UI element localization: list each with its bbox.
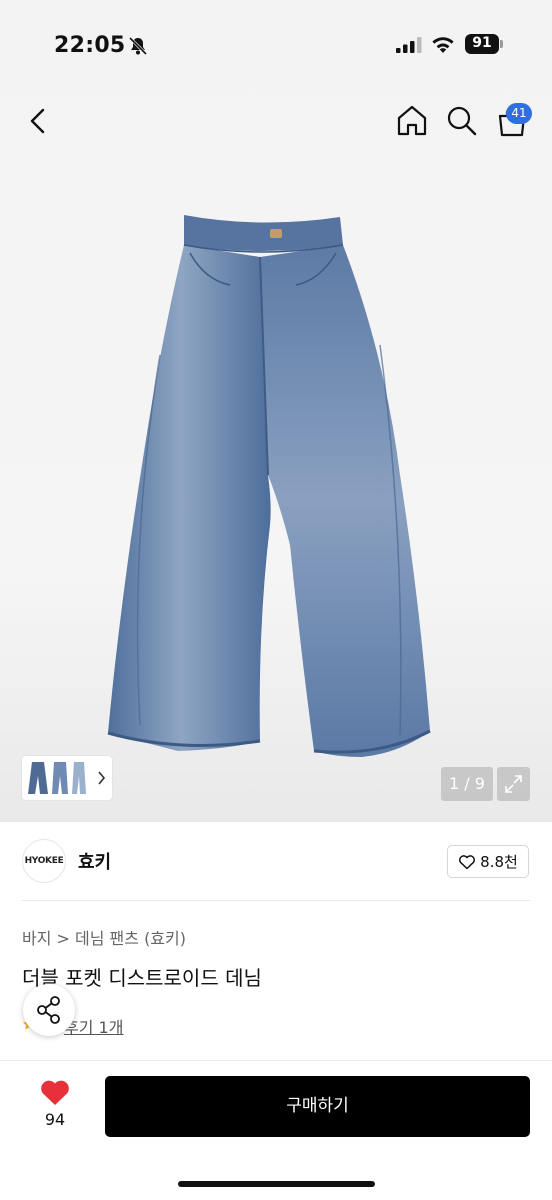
buy-button[interactable]: 구매하기 [105, 1076, 530, 1137]
back-icon[interactable] [22, 104, 56, 138]
divider [0, 1060, 552, 1061]
divider [22, 900, 530, 901]
thumbnail-strip[interactable] [22, 756, 112, 800]
home-indicator [178, 1181, 375, 1187]
home-icon[interactable] [394, 102, 430, 138]
heart-outline-icon [459, 854, 476, 869]
share-icon [37, 996, 60, 1024]
shop-like-count: 8.8천 [480, 853, 518, 871]
product-photo-jeans [107, 215, 431, 757]
search-icon[interactable] [444, 102, 478, 138]
share-button[interactable] [23, 984, 75, 1036]
like-count: 94 [44, 1110, 66, 1129]
shop-name[interactable]: 효키 [78, 848, 111, 874]
shop-like-button[interactable]: 8.8천 [447, 845, 529, 878]
bell-muted-icon [128, 36, 148, 56]
status-time: 22:05 [54, 33, 126, 58]
signal-icon [396, 37, 422, 53]
heart-icon[interactable] [39, 1077, 71, 1107]
shop-logo[interactable]: HYOKEE [22, 839, 66, 883]
cart-count-badge: 41 [506, 103, 532, 124]
breadcrumb[interactable]: 바지 > 데님 팬츠 (효키) [22, 925, 186, 949]
battery-indicator: 91 [465, 34, 505, 55]
wifi-icon [432, 37, 454, 53]
thumbnail-images [28, 762, 106, 794]
image-pager: 1 / 9 [441, 767, 493, 801]
battery-level: 91 [472, 35, 492, 51]
expand-icon[interactable] [497, 767, 530, 801]
